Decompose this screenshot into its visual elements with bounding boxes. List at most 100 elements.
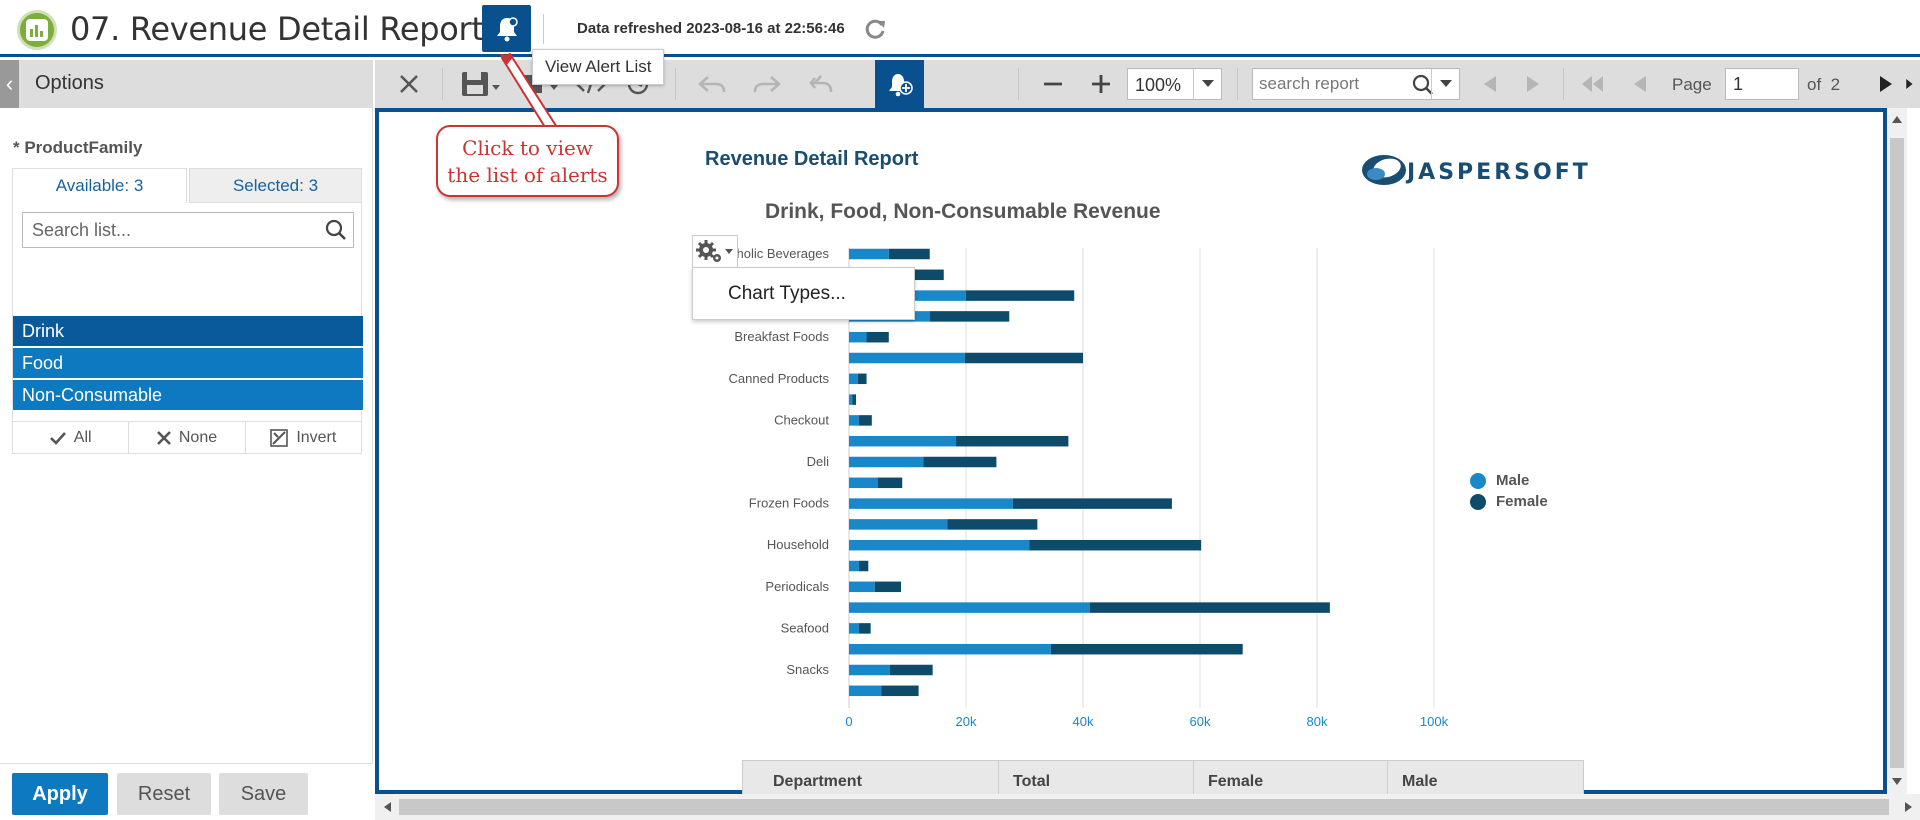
x-tick-label: 40k <box>1073 714 1094 729</box>
invert-selection-button[interactable]: Invert <box>246 422 361 453</box>
zoom-value: 100% <box>1135 75 1182 95</box>
list-tabs: Available: 3 Selected: 3 <box>12 168 362 203</box>
legend-label-male: Male <box>1496 472 1530 489</box>
category-label: Snacks <box>786 662 829 677</box>
scroll-down-arrow-icon[interactable] <box>1892 778 1902 786</box>
search-icon[interactable] <box>325 219 347 241</box>
tab-available[interactable]: Available: 3 <box>12 168 187 203</box>
bar-male <box>849 623 859 634</box>
bar-male <box>849 435 957 447</box>
first-page-button[interactable] <box>1575 60 1611 108</box>
report-alert-button[interactable] <box>875 60 924 108</box>
legend-item-male[interactable]: Male <box>1470 470 1548 491</box>
bar-female <box>956 435 1069 447</box>
close-button[interactable] <box>391 60 427 108</box>
legend-swatch-male <box>1470 472 1486 489</box>
tab-selected[interactable]: Selected: 3 <box>189 168 362 203</box>
list-item-non-consumable[interactable]: Non-Consumable <box>13 380 363 411</box>
header-bar: 07. Revenue Detail Report Data refreshed… <box>0 0 1920 57</box>
search-previous-button[interactable] <box>1475 60 1505 108</box>
search-next-button[interactable] <box>1518 60 1548 108</box>
bar-female <box>858 560 869 572</box>
options-title: Options <box>35 72 104 94</box>
collapse-panel-button[interactable]: ‹ <box>0 60 19 108</box>
options-panel-header: ‹ Options <box>0 60 373 108</box>
next-page-button[interactable] <box>1871 60 1901 108</box>
page-title: 07. Revenue Detail Report <box>70 10 484 48</box>
bar-male <box>849 498 1013 509</box>
column-divider <box>998 761 999 795</box>
vertical-scroll-thumb[interactable] <box>1890 138 1904 768</box>
redo-button[interactable] <box>749 60 785 108</box>
scroll-right-arrow-icon[interactable] <box>1905 802 1913 812</box>
list-item-drink[interactable]: Drink <box>13 316 363 347</box>
bar-male <box>849 581 875 593</box>
last-page-button[interactable] <box>1905 60 1920 108</box>
toolbar-divider <box>442 68 443 100</box>
chevron-down-icon <box>1439 80 1452 87</box>
column-header-total: Total <box>1013 773 1051 790</box>
minus-icon <box>1044 82 1062 86</box>
bell-add-icon <box>888 74 913 97</box>
check-icon <box>49 431 66 445</box>
bar-female <box>929 311 1010 322</box>
legend-item-female[interactable]: Female <box>1470 491 1548 512</box>
bar-male <box>849 664 890 676</box>
apply-button[interactable]: Apply <box>12 773 108 815</box>
scroll-left-arrow-icon[interactable] <box>383 802 391 812</box>
category-label: Checkout <box>774 412 829 427</box>
triangle-right-icon <box>1527 76 1539 92</box>
bar-male <box>849 373 858 385</box>
undo-all-button[interactable] <box>803 60 839 108</box>
bar-male <box>849 602 1091 613</box>
zoom-in-button[interactable] <box>1083 60 1119 108</box>
select-none-button[interactable]: None <box>129 422 246 453</box>
chart-types-menu-item[interactable]: Chart Types... <box>728 283 846 305</box>
search-report-input[interactable] <box>1253 69 1403 99</box>
scroll-up-arrow-icon[interactable] <box>1892 115 1902 123</box>
list-search <box>22 212 354 248</box>
bar-male <box>849 456 924 468</box>
triangle-right-icon <box>1880 76 1892 92</box>
bar-female <box>923 456 997 468</box>
x-tick-label: 0 <box>845 714 852 729</box>
zoom-select[interactable]: 100% <box>1127 68 1222 100</box>
chevron-down-icon[interactable] <box>1193 69 1221 99</box>
previous-page-button[interactable] <box>1625 60 1655 108</box>
x-icon <box>156 430 171 445</box>
refresh-icon[interactable] <box>862 16 888 42</box>
close-icon <box>400 75 418 93</box>
zoom-out-button[interactable] <box>1035 60 1071 108</box>
bar-female <box>874 581 902 593</box>
list-item-food[interactable]: Food <box>13 348 363 379</box>
bar-male <box>849 560 859 572</box>
category-label: Frozen Foods <box>749 496 830 511</box>
chart-options-menu: Chart Types... <box>692 267 915 320</box>
legend-label-female: Female <box>1496 493 1548 510</box>
chart-title: Drink, Food, Non-Consumable Revenue <box>765 200 1161 223</box>
toolbar-divider <box>1237 68 1238 100</box>
save-options-button[interactable]: Save <box>219 773 308 815</box>
bar-male <box>849 415 859 426</box>
horizontal-scrollbar[interactable] <box>375 794 1920 820</box>
search-options-dropdown[interactable] <box>1431 69 1459 99</box>
list-search-input[interactable] <box>23 213 313 247</box>
view-alert-list-button[interactable] <box>482 5 531 52</box>
chart-legend: Male Female <box>1470 470 1548 512</box>
vertical-scrollbar[interactable] <box>1887 108 1907 794</box>
save-report-button[interactable] <box>457 60 505 108</box>
category-label: Periodicals <box>765 579 829 594</box>
alert-list-tooltip: View Alert List <box>532 49 665 85</box>
chart-options-button[interactable] <box>692 235 738 268</box>
page-number-input[interactable]: 1 <box>1725 68 1799 100</box>
category-label: Deli <box>807 454 830 469</box>
undo-button[interactable] <box>694 60 730 108</box>
report-app-icon <box>17 10 57 50</box>
callout-line-2: the list of alerts <box>447 163 608 187</box>
invert-label: Invert <box>296 428 337 446</box>
horizontal-scroll-thumb[interactable] <box>399 799 1889 815</box>
reset-button[interactable]: Reset <box>117 773 211 815</box>
column-header-female: Female <box>1208 773 1264 790</box>
bar-male <box>849 685 882 697</box>
select-all-button[interactable]: All <box>13 422 130 453</box>
